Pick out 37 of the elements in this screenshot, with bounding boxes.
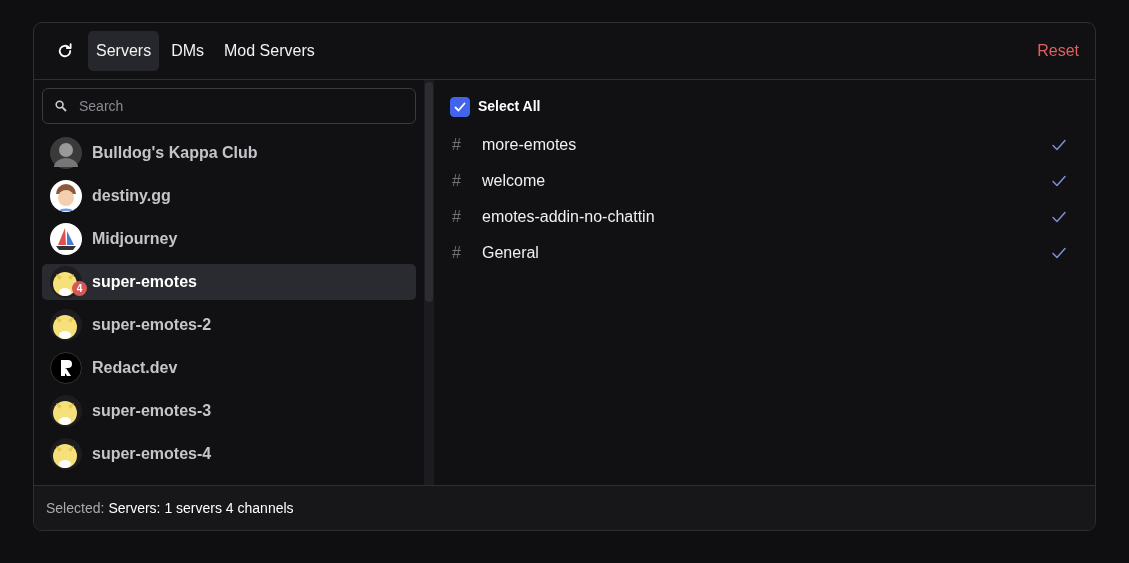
channel-item[interactable]: welcome <box>482 169 1051 193</box>
server-avatar-icon <box>50 352 82 384</box>
server-item[interactable]: Midjourney <box>92 227 178 251</box>
server-item[interactable]: Redact.dev <box>92 356 178 380</box>
hash-icon: # <box>452 205 482 229</box>
server-name: super-emotes <box>92 272 197 292</box>
refresh-icon <box>56 42 74 60</box>
channel-item[interactable]: General <box>482 241 1051 265</box>
server-avatar-icon <box>50 223 82 255</box>
server-avatar-icon <box>50 395 82 427</box>
tab[interactable]: Servers <box>88 31 160 71</box>
server-item[interactable]: Bulldog's Kappa Club <box>92 141 258 165</box>
hash-icon: # <box>452 133 482 157</box>
tab[interactable]: DMs <box>163 31 212 71</box>
channel-item[interactable]: emotes-addin-no-chattin <box>482 205 1051 229</box>
search-field[interactable]: Search <box>42 88 416 124</box>
server-avatar-icon <box>50 266 82 298</box>
server-avatar-icon <box>50 309 82 341</box>
server-item[interactable]: destiny.gg <box>92 184 171 208</box>
server-avatar-icon <box>50 180 82 212</box>
checkbox[interactable] <box>450 96 470 117</box>
tab[interactable]: Mod Servers <box>216 31 323 71</box>
channel-item[interactable]: more-emotes <box>482 133 1051 157</box>
search-icon <box>55 100 67 112</box>
hash-icon: # <box>452 169 482 193</box>
server-item[interactable]: super-emotes-2 <box>92 313 212 337</box>
scrollbar[interactable] <box>424 80 434 485</box>
reset-button[interactable]: Reset <box>1037 35 1079 67</box>
server-avatar-icon <box>50 137 82 169</box>
status-label: Selected: <box>46 498 105 518</box>
status-text: Servers: 1 servers 4 channels <box>108 498 294 518</box>
select-all-label: Select All <box>478 97 541 116</box>
server-item[interactable]: 4 super-emotes <box>42 264 416 300</box>
server-avatar-icon <box>50 438 82 470</box>
hash-icon: # <box>452 241 482 265</box>
server-item[interactable]: super-emotes-3 <box>92 399 212 423</box>
server-item[interactable]: super-emotes-4 <box>92 442 212 466</box>
